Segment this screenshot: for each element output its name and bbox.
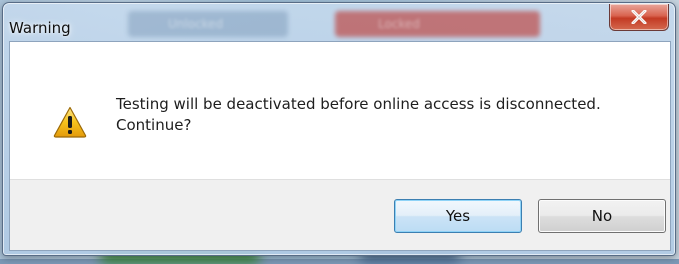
message-text: Testing will be deactivated before onlin… [116, 94, 656, 136]
message-area: Testing will be deactivated before onlin… [10, 42, 670, 179]
window-title: Warning [9, 19, 71, 37]
warning-dialog: Unlocked Locked Warning Testing will be … [2, 2, 676, 256]
close-button[interactable] [609, 4, 669, 31]
button-bar: Yes No [10, 179, 670, 250]
message-line-2: Continue? [116, 116, 192, 134]
close-icon [631, 10, 647, 24]
background-tab-locked-label: Locked [378, 17, 420, 31]
yes-button[interactable]: Yes [394, 199, 522, 233]
background-tab-unlocked-label: Unlocked [168, 17, 224, 31]
background-tab-locked [335, 11, 540, 37]
dialog-content: Testing will be deactivated before onlin… [9, 41, 671, 251]
no-button[interactable]: No [538, 199, 666, 233]
warning-icon [53, 106, 87, 138]
title-bar[interactable]: Unlocked Locked Warning [3, 3, 675, 41]
message-line-1: Testing will be deactivated before onlin… [116, 95, 601, 113]
